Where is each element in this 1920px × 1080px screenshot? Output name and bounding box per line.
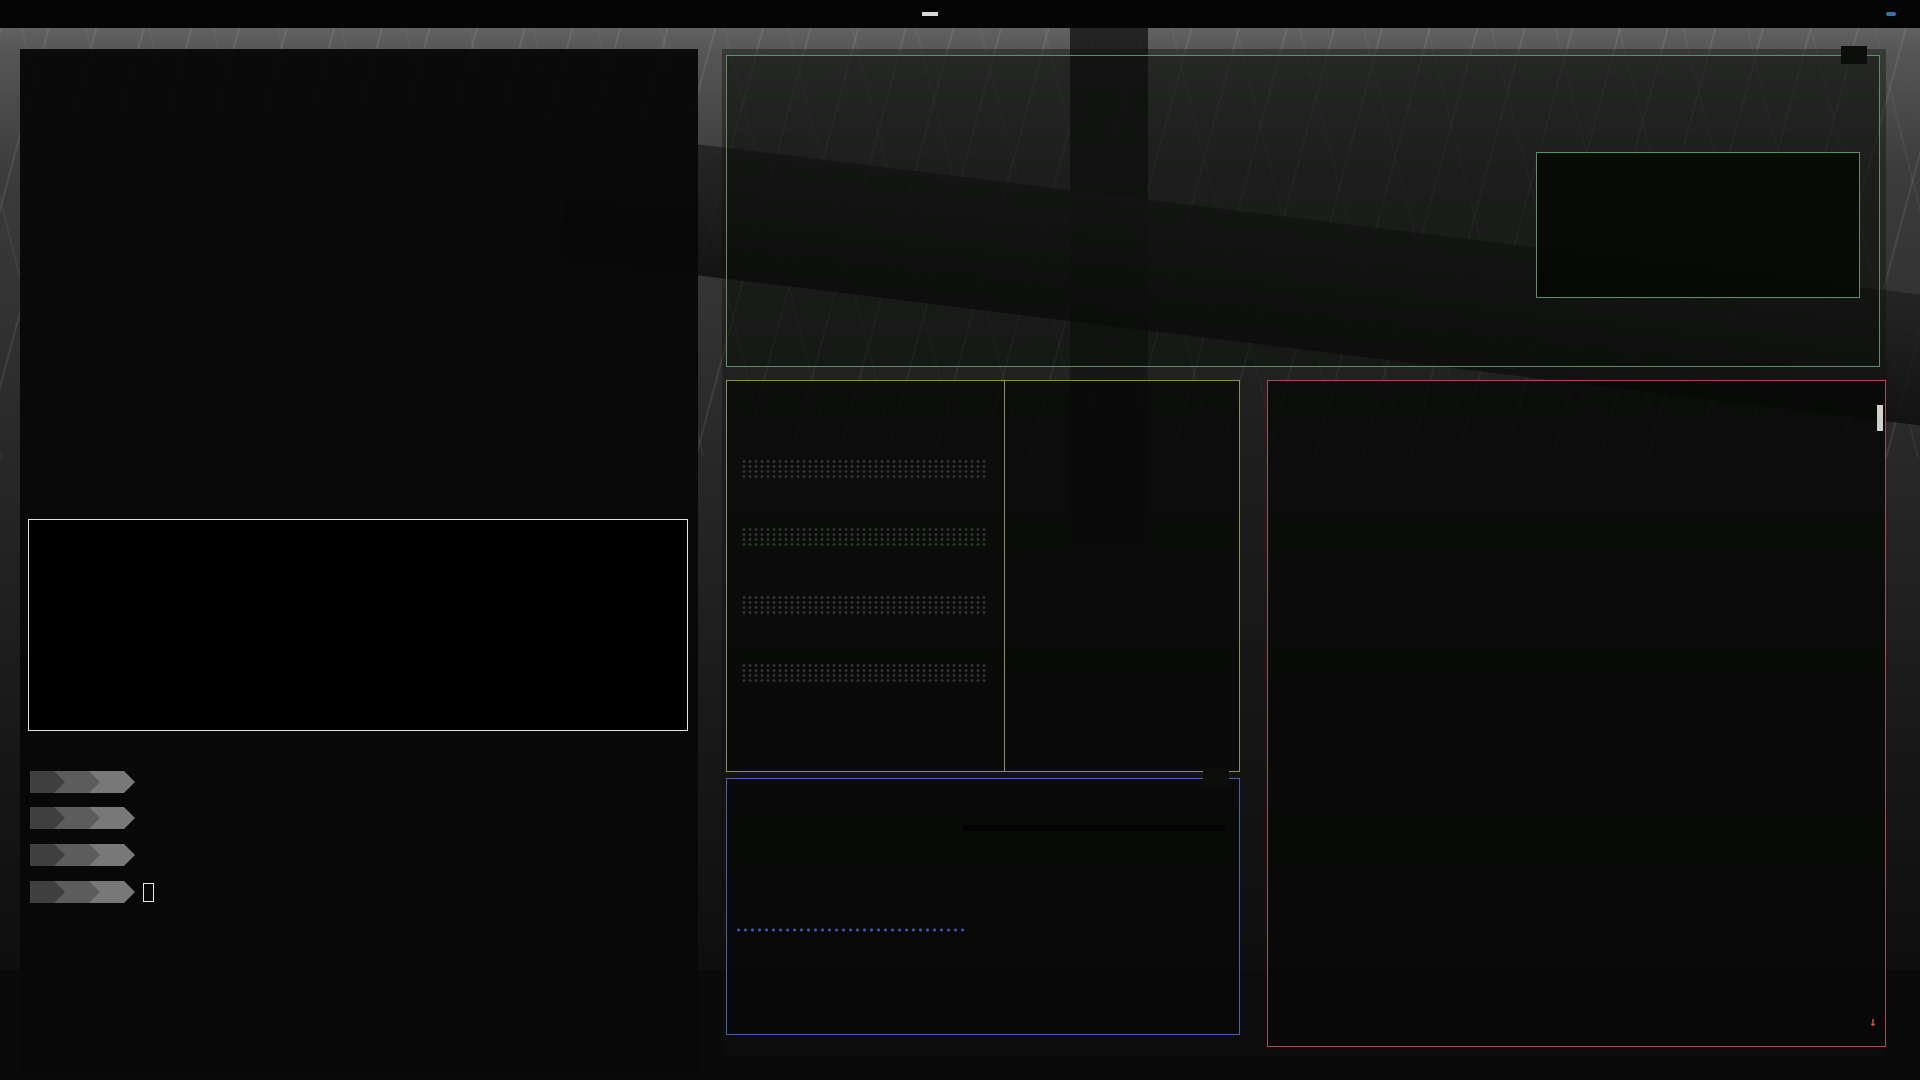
proc-table-rows xyxy=(1282,411,1871,1032)
prompt-path xyxy=(100,844,124,866)
btop-window: ↓ xyxy=(722,49,1886,1056)
shell-session xyxy=(30,771,688,903)
prompt-path xyxy=(100,771,124,793)
mem-available-meter xyxy=(741,527,988,547)
proc-box: ↓ xyxy=(1267,380,1886,1047)
scroll-down-icon[interactable]: ↓ xyxy=(1869,1015,1877,1030)
workspace-3[interactable] xyxy=(962,12,978,16)
mem-available-percent xyxy=(741,505,988,525)
powerline-arrow xyxy=(54,807,65,829)
fastfetch-panel xyxy=(28,519,688,731)
powerline-arrow xyxy=(89,844,100,866)
powerline-arrow xyxy=(54,881,65,903)
net-box xyxy=(726,778,1240,1035)
prompt-host xyxy=(65,844,89,866)
workspace-1[interactable] xyxy=(922,12,938,16)
disks-list xyxy=(1005,381,1239,771)
prompt-line xyxy=(30,844,688,866)
cpu-box xyxy=(726,55,1880,367)
prompt-user xyxy=(30,844,54,866)
status-bar-right xyxy=(1816,12,1920,16)
status-bar xyxy=(0,0,1920,28)
workspace-2[interactable] xyxy=(942,12,958,16)
prompt-user xyxy=(30,771,54,793)
powerline-arrow xyxy=(89,807,100,829)
prompt-user xyxy=(30,807,54,829)
mem-free-meter xyxy=(741,663,988,683)
mem-cached-row xyxy=(741,553,988,573)
update-interval xyxy=(1841,46,1867,64)
mem-used-meter xyxy=(741,459,988,479)
memory-stats xyxy=(727,381,1004,689)
workspace-10[interactable] xyxy=(982,12,998,16)
powerline-arrow xyxy=(124,807,135,829)
debian-ascii-logo xyxy=(47,546,197,718)
cpu-core-panel xyxy=(1536,152,1860,298)
mem-available-row xyxy=(741,485,988,505)
powerline-arrow xyxy=(89,881,100,903)
prompt-line xyxy=(30,807,688,829)
mem-cached-meter xyxy=(741,595,988,615)
terminal-cursor xyxy=(143,883,154,902)
keyboard-layout-badge[interactable] xyxy=(1886,12,1896,16)
prompt-line-command xyxy=(30,771,688,793)
prompt-host xyxy=(65,881,89,903)
net-interface-selector xyxy=(1203,769,1229,787)
prompt-user xyxy=(30,881,54,903)
mem-used-percent xyxy=(741,437,988,457)
prompt-host xyxy=(65,807,89,829)
mem-total-row xyxy=(741,397,988,417)
powerline-arrow xyxy=(124,771,135,793)
powerline-arrow xyxy=(89,771,100,793)
mem-box xyxy=(726,380,1240,772)
cpu-usage-graph xyxy=(1147,156,1437,276)
prompt-line-active[interactable] xyxy=(30,881,688,903)
desktop: ↓ xyxy=(0,0,1920,1080)
mem-used-row xyxy=(741,417,988,437)
mem-free-row xyxy=(741,621,988,641)
prompt-path xyxy=(100,881,124,903)
proc-table-header xyxy=(1282,389,1871,409)
powerline-arrow xyxy=(124,844,135,866)
net-stats-panel xyxy=(963,825,1225,831)
terminal-window-left xyxy=(20,49,698,1072)
prompt-path xyxy=(100,807,124,829)
powerline-arrow xyxy=(124,881,135,903)
proc-scrollbar-thumb[interactable] xyxy=(1877,405,1883,431)
net-download-graph xyxy=(735,927,967,933)
mem-free-percent xyxy=(741,641,988,661)
mem-cached-percent xyxy=(741,573,988,593)
prompt-host xyxy=(65,771,89,793)
powerline-arrow xyxy=(54,771,65,793)
powerline-arrow xyxy=(54,844,65,866)
workspace-switcher xyxy=(922,12,998,16)
